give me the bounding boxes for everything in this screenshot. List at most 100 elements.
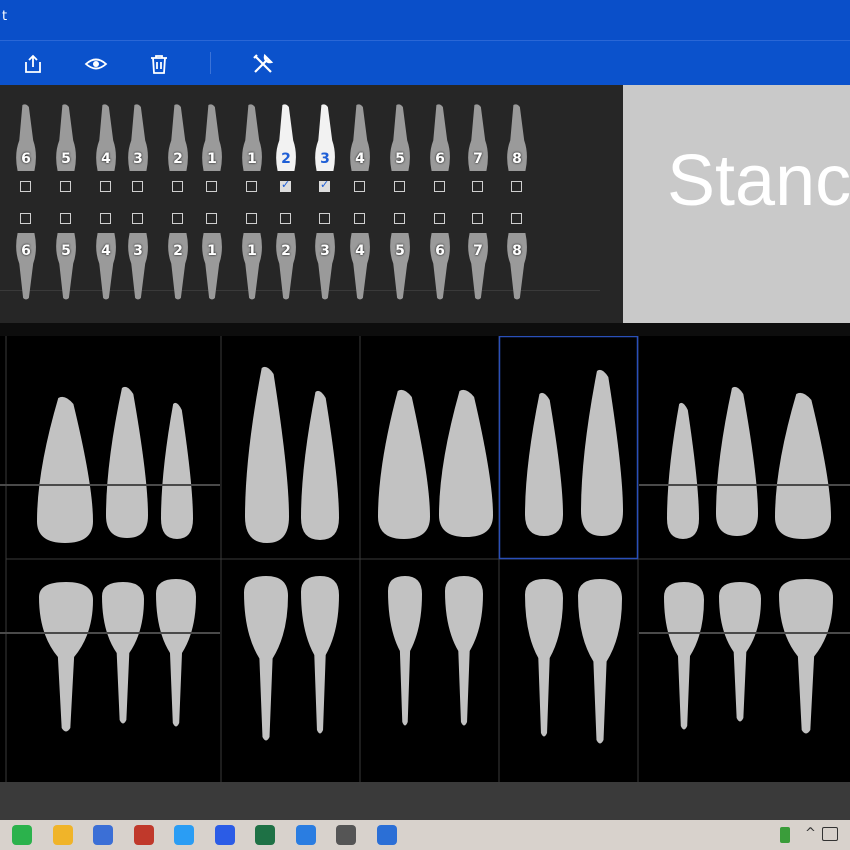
lower-tooth-9[interactable] [664,582,704,730]
upper-tooth-10[interactable] [716,386,758,536]
upper-tooth-8[interactable] [581,369,623,536]
upper-tooth-5[interactable] [378,389,430,539]
tooth-number: 6 [21,243,31,259]
tooth-number: 2 [281,151,291,167]
tooth-number: 1 [247,243,257,259]
folder-icon[interactable] [52,825,73,845]
tooth-number: 4 [355,151,365,167]
upper-tooth-0[interactable] [37,396,93,543]
upper-tooth-6[interactable] [439,389,493,537]
tooth-checkbox[interactable] [172,181,183,192]
share-button[interactable] [18,49,48,79]
tooth-number: 5 [395,151,405,167]
excel-icon[interactable] [255,825,275,845]
cloud-icon[interactable] [174,825,194,845]
wechat-icon[interactable] [12,825,32,845]
tooth-checkbox[interactable] [280,213,291,224]
tooth-checkbox[interactable] [60,181,71,192]
view-button[interactable] [81,49,111,79]
tooth-checkbox[interactable] [132,213,143,224]
tooth-number: 2 [281,243,291,259]
tooth-number: 3 [133,151,143,167]
tooth-checkbox[interactable] [246,181,257,192]
lower-tooth-4[interactable] [301,576,339,734]
tooth-checkbox[interactable] [472,213,483,224]
tooth-checkbox[interactable] [206,181,217,192]
tooth-checkbox[interactable] [100,181,111,192]
lower-tooth-2[interactable] [156,579,196,727]
lower-tooth-3[interactable] [244,576,288,741]
upper-tooth-1[interactable] [106,386,148,538]
chevron-up-icon[interactable]: ^ [805,826,816,841]
tooth-number: 7 [473,243,483,259]
tooth-checkbox[interactable] [394,213,405,224]
delete-button[interactable] [144,49,174,79]
lower-tooth-6[interactable] [445,576,483,726]
display-icon[interactable] [822,827,838,841]
toolbar [0,40,850,86]
tooth-checkbox[interactable] [434,213,445,224]
lower-tooth-7[interactable] [525,579,563,737]
tooth-number: 2 [173,151,183,167]
lower-tooth-11[interactable] [779,579,833,734]
tooth-checkbox[interactable] [511,213,522,224]
tooth-checkbox[interactable] [511,181,522,192]
lower-tooth-8[interactable] [578,579,622,744]
tooth-number: 4 [355,243,365,259]
tools-button[interactable] [248,49,278,79]
eye-icon [84,58,108,70]
taskbar: ^ [0,820,850,850]
tooth-checkbox[interactable] [20,213,31,224]
tooth-number: 5 [61,243,71,259]
lower-tooth-1[interactable] [102,582,144,724]
upper-tooth-4[interactable] [301,390,339,540]
tooth-checkbox[interactable] [319,178,330,192]
upper-tooth-2[interactable] [161,402,193,539]
network-icon[interactable] [133,825,154,845]
wps-writer-icon[interactable] [93,825,113,845]
upper-tooth-11[interactable] [775,392,831,539]
title-bar: t [0,0,850,40]
tooth-selector-panel: 6 5 4 3 2 1 1 2 3 4 5 6 7 8 6 5 4 3 2 1 1 2 3 4 5 6 7 8 [0,85,623,323]
tooth-number: 4 [101,243,111,259]
tools-icon [253,53,274,73]
tooth-checkbox[interactable] [100,213,111,224]
tooth-checkbox[interactable] [280,178,291,192]
tooth-checkbox[interactable] [246,213,257,224]
preview-text: Stanc [667,141,850,221]
lower-tooth-0[interactable] [39,582,93,732]
tooth-checkbox[interactable] [60,213,71,224]
trash-icon [151,55,167,74]
upper-tooth-7[interactable] [525,392,563,536]
tooth-number: 1 [207,151,217,167]
tooth-checkbox[interactable] [319,213,330,224]
tooth-number: 5 [61,151,71,167]
panel-gap [0,323,850,336]
tooth-number: 3 [320,243,330,259]
tooth-number: 1 [247,151,257,167]
upper-tooth-3[interactable] [245,366,289,543]
tooth-checkbox[interactable] [206,213,217,224]
upper-tooth-9[interactable] [667,402,699,539]
dental-app-icon[interactable] [376,825,397,845]
tooth-checkbox[interactable] [472,181,483,192]
status-strip [0,782,850,820]
tooth-checkbox[interactable] [354,181,365,192]
tooth-number: 4 [101,151,111,167]
tooth-checkbox[interactable] [354,213,365,224]
lower-tooth-10[interactable] [719,582,761,722]
tooth-checkbox[interactable] [394,181,405,192]
tooth-checkbox[interactable] [172,213,183,224]
tooth-checkbox[interactable] [132,181,143,192]
tooth-checkbox[interactable] [434,181,445,192]
battery-icon[interactable] [780,827,790,843]
tooth-number: 3 [133,243,143,259]
search-app-icon[interactable] [336,825,356,845]
tooth-checkbox[interactable] [20,181,31,192]
window-title: t [2,9,8,24]
lower-tooth-5[interactable] [388,576,422,726]
todo-icon[interactable] [214,825,235,845]
tooth-number: 8 [512,243,522,259]
tooth-number: 3 [320,151,330,167]
dice-icon[interactable] [295,825,316,845]
